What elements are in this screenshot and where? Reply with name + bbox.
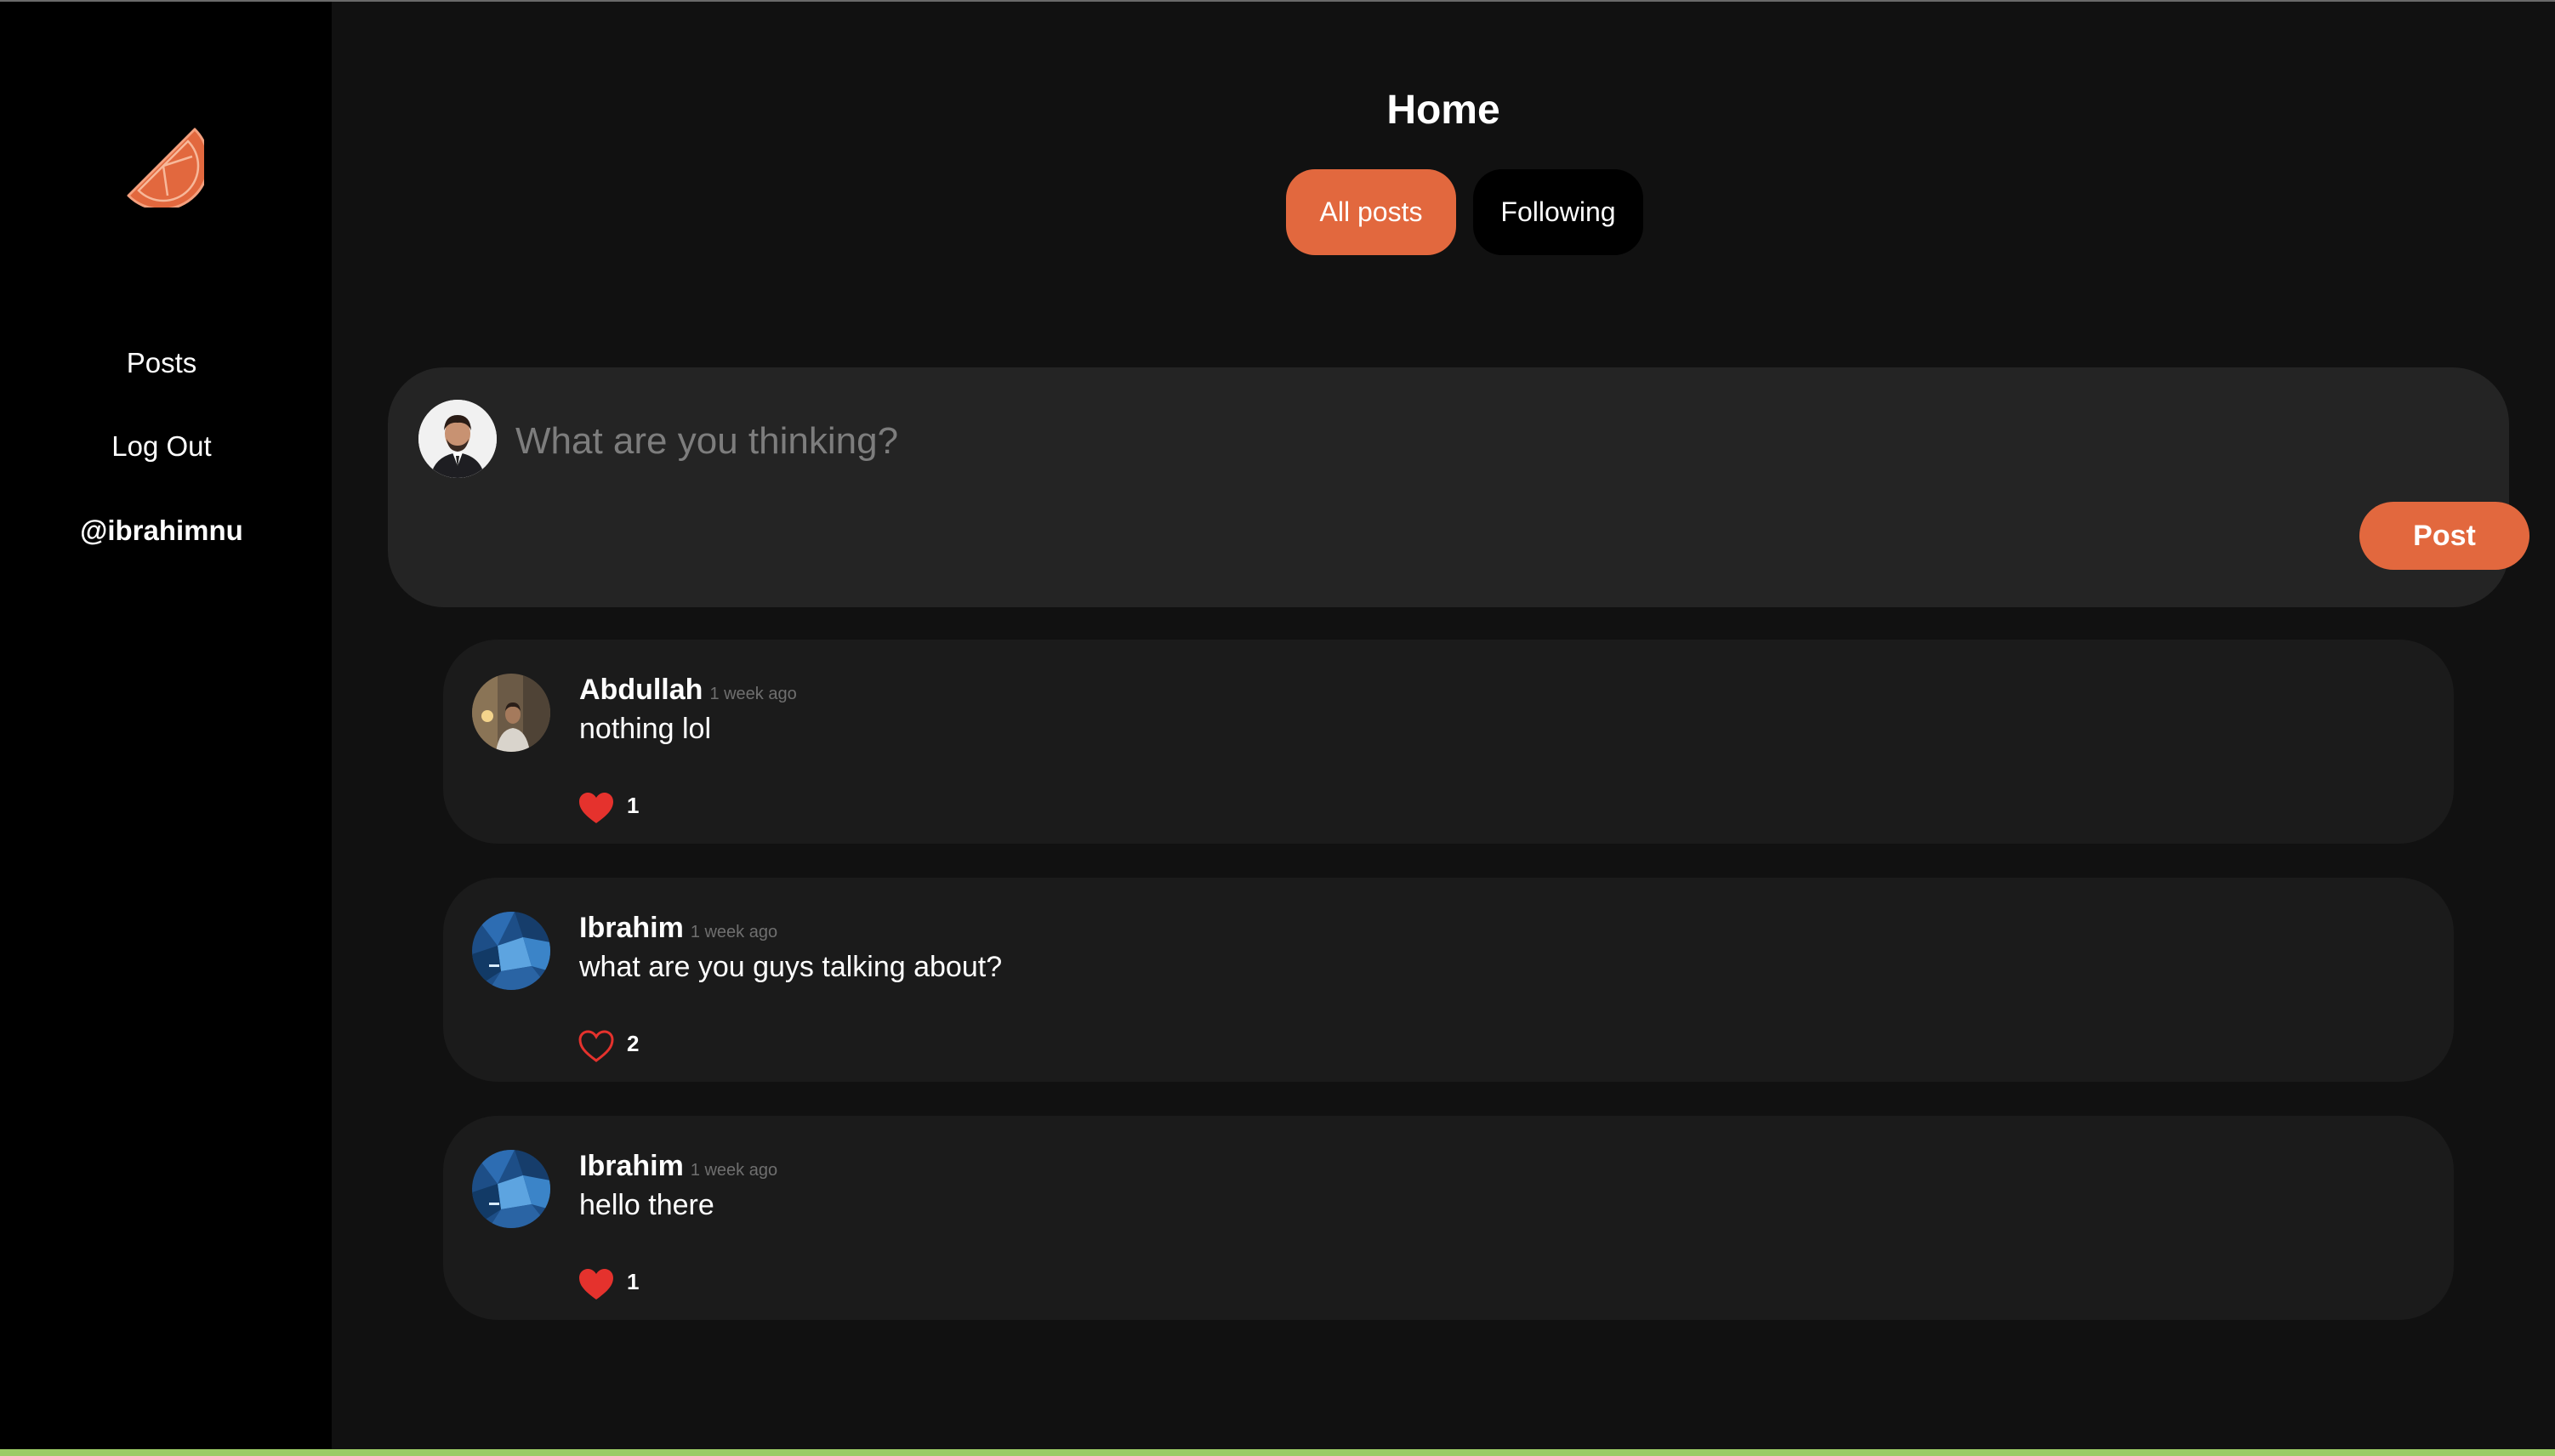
user-photo-avatar-icon: [418, 400, 497, 478]
post-author[interactable]: Abdullah 1 week ago: [579, 674, 797, 707]
post-timestamp: 1 week ago: [709, 685, 797, 703]
sidebar-item-logout[interactable]: Log Out: [0, 430, 323, 463]
post-author-name[interactable]: Ibrahim: [579, 912, 684, 944]
blue-abstract-avatar-icon: [472, 1150, 550, 1228]
heart-filled-icon[interactable]: [578, 1267, 615, 1301]
post-text: nothing lol: [579, 713, 712, 745]
like-count: 1: [627, 793, 640, 818]
page-title: Home: [1386, 88, 1500, 133]
like-count: 1: [627, 1269, 640, 1294]
user-photo-avatar-icon: [472, 674, 550, 752]
heart-filled-icon[interactable]: [578, 791, 615, 825]
tab-all-posts[interactable]: All posts: [1286, 169, 1456, 255]
tab-following[interactable]: Following: [1473, 169, 1643, 255]
post-card: Ibrahim 1 week ago hello there 1: [443, 1116, 2454, 1320]
post-timestamp: 1 week ago: [690, 1161, 778, 1180]
heart-outline-icon[interactable]: [578, 1029, 615, 1063]
post-author[interactable]: Ibrahim 1 week ago: [579, 1150, 777, 1183]
post-card: Abdullah 1 week ago nothing lol 1: [443, 640, 2454, 844]
sidebar-item-profile[interactable]: @ibrahimnu: [0, 515, 323, 547]
main-content: Home All posts Following Post: [332, 2, 2555, 1449]
post-input[interactable]: [514, 415, 2388, 468]
window-bottom-border: [0, 1449, 2555, 1456]
avatar[interactable]: [472, 912, 550, 990]
post-text: what are you guys talking about?: [579, 951, 1003, 983]
post-button[interactable]: Post: [2359, 502, 2529, 570]
post-author-name[interactable]: Abdullah: [579, 674, 703, 706]
post-timestamp: 1 week ago: [690, 923, 778, 941]
sidebar-item-posts[interactable]: Posts: [0, 347, 323, 379]
like-count: 2: [627, 1031, 640, 1056]
avatar[interactable]: [472, 1150, 550, 1228]
post-composer: Post: [388, 367, 2529, 607]
avatar[interactable]: [472, 674, 550, 752]
orange-slice-icon[interactable]: [119, 122, 210, 211]
blue-abstract-avatar-icon: [472, 912, 550, 990]
post-text: hello there: [579, 1189, 714, 1221]
sidebar: Posts Log Out @ibrahimnu: [0, 2, 332, 1449]
post-card: Ibrahim 1 week ago what are you guys talk…: [443, 878, 2454, 1082]
post-author-name[interactable]: Ibrahim: [579, 1150, 684, 1182]
post-author[interactable]: Ibrahim 1 week ago: [579, 912, 777, 945]
avatar: [418, 400, 497, 478]
